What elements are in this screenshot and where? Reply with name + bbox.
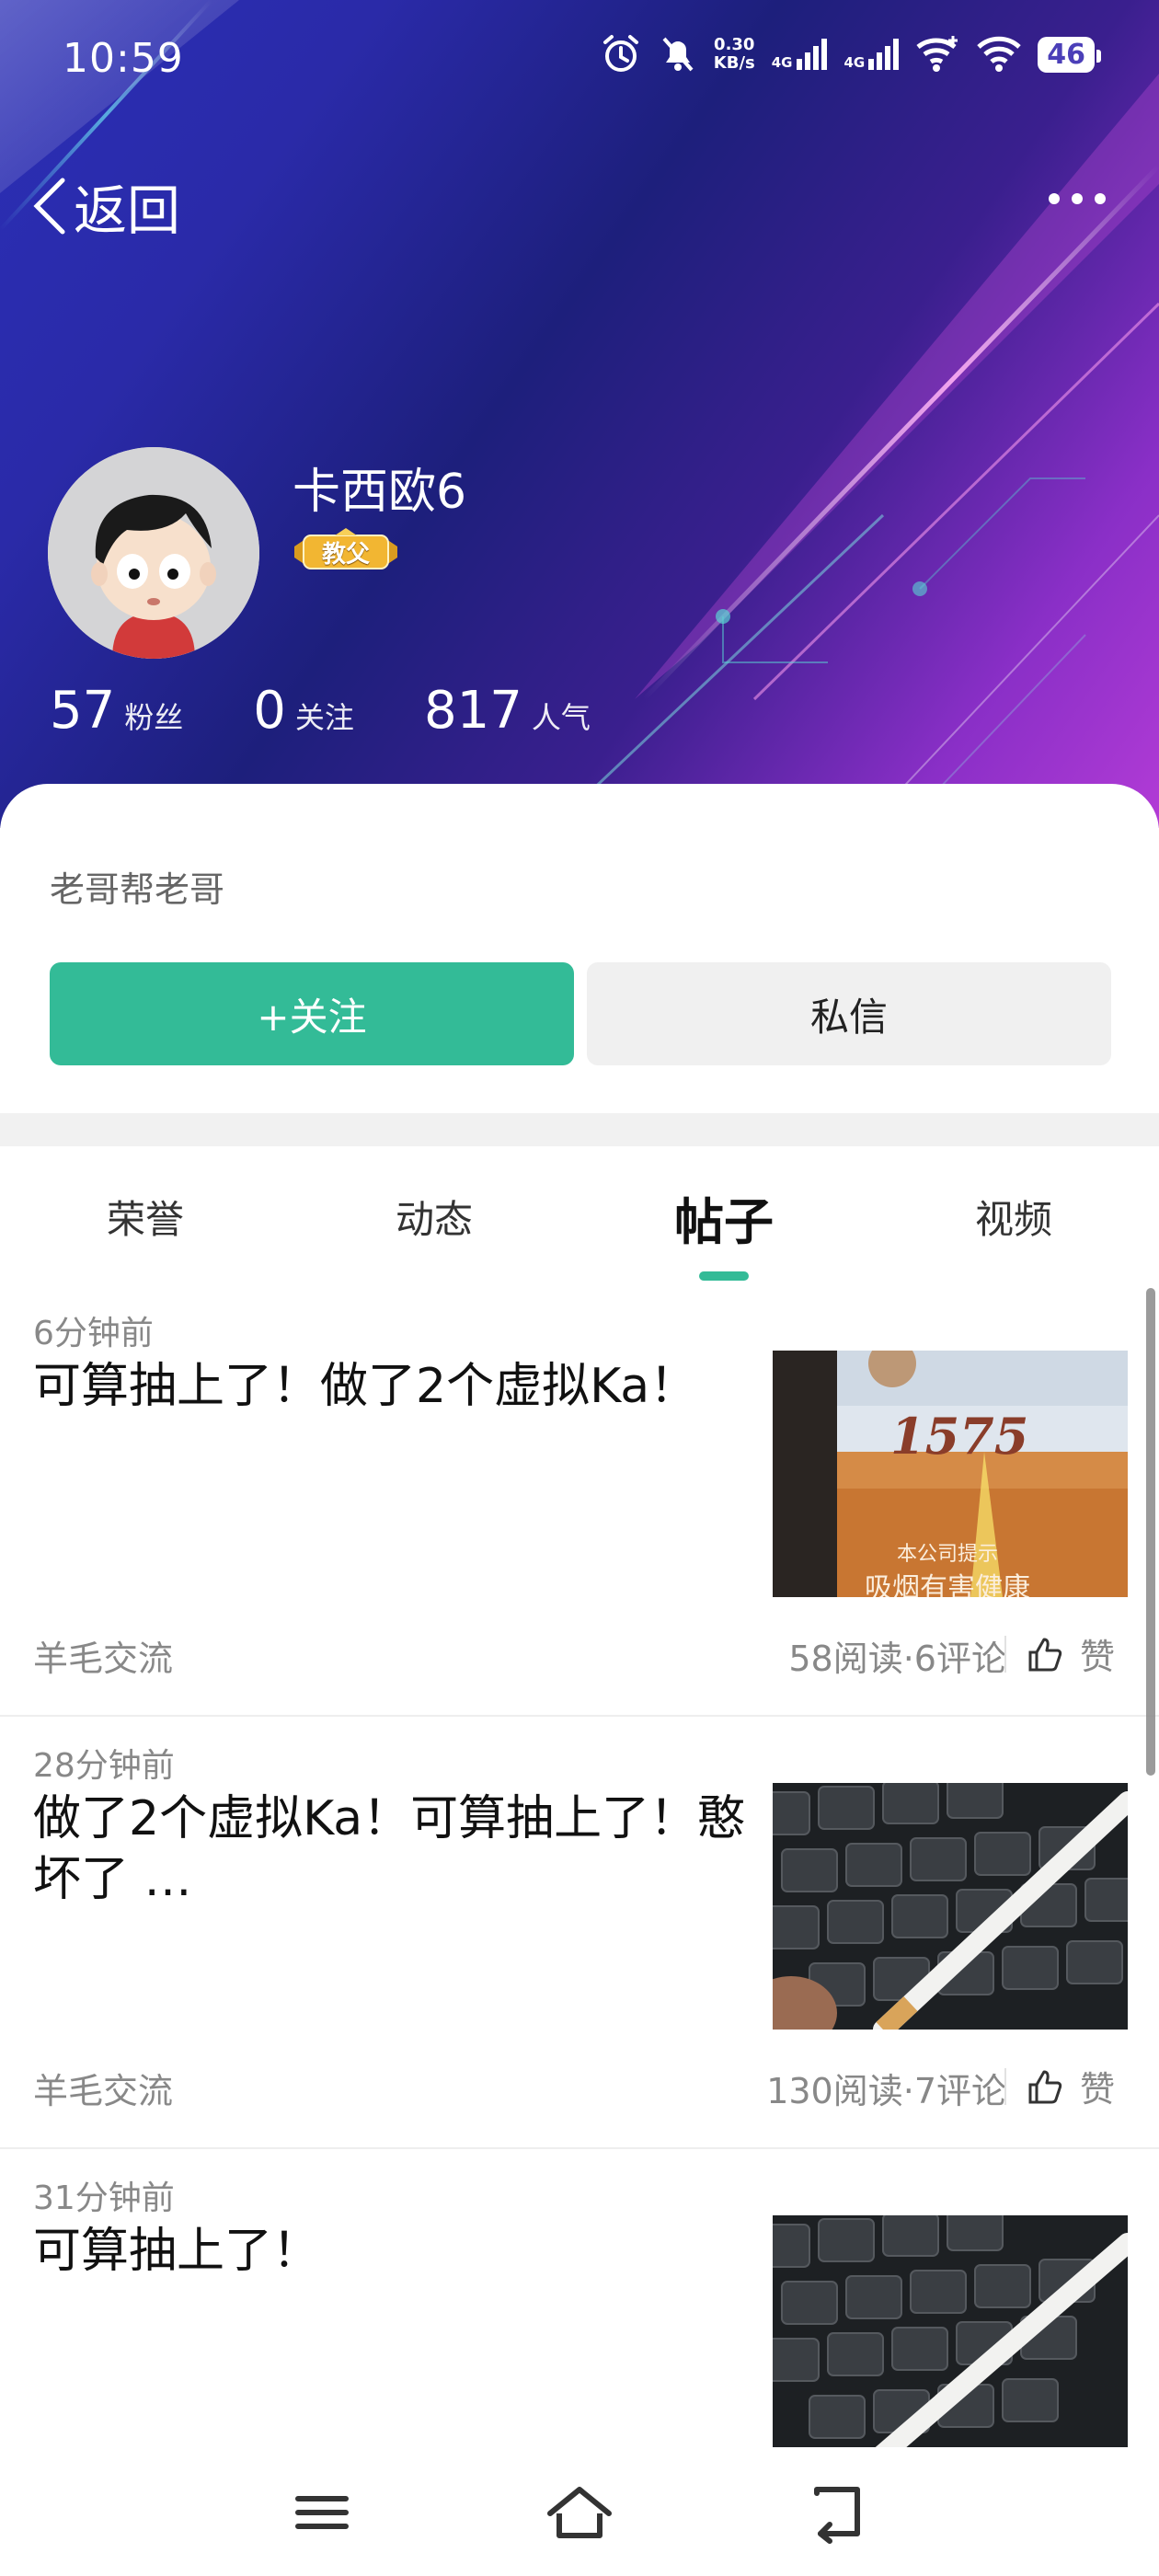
stat-value: 817: [423, 681, 522, 741]
signal-bars-icon: [796, 39, 827, 70]
stat-following[interactable]: 0 关注: [253, 681, 354, 741]
post-thumbnail[interactable]: 1575 本公司提示 吸烟有害健康: [773, 1351, 1128, 1597]
wifi-icon: [977, 36, 1021, 72]
like-button[interactable]: 赞: [1027, 1628, 1115, 1679]
thumbnail-keyboard-image: [773, 1783, 1128, 2030]
post-time: 31分钟前: [33, 2179, 175, 2217]
status-bar: 10:59 0.30 KB/s 4G 4G 46: [0, 0, 1159, 120]
stat-value: 0: [253, 681, 286, 741]
thumb-warning-text: 吸烟有害健康: [865, 1572, 1030, 1597]
profile-header: 10:59 0.30 KB/s 4G 4G 46 返回 卡西欧6 教父 57 粉…: [0, 0, 1159, 828]
profile-stats: 57 粉丝 0 关注 817 人气: [50, 681, 660, 741]
follow-button[interactable]: +关注: [50, 962, 574, 1065]
profile-tabs: 荣誉 动态 帖子 视频: [0, 1146, 1159, 1284]
post-time: 28分钟前: [33, 1747, 175, 1785]
badge-label: 教父: [321, 540, 370, 569]
profile-bio: 老哥帮老哥: [50, 869, 225, 910]
rank-badge: 教父: [293, 526, 399, 578]
like-label: 赞: [1080, 1637, 1116, 1677]
more-dots-icon[interactable]: [1045, 180, 1109, 217]
signal-2: 4G: [844, 39, 901, 70]
thumb-notice-text: 本公司提示: [897, 1543, 998, 1566]
signal-bars-icon: [868, 39, 900, 70]
signal-1-generation: 4G: [771, 54, 793, 71]
thumbnail-keyboard-image: [773, 2215, 1128, 2447]
post-title[interactable]: 做了2个虚拟Ka！可算抽上了！憨坏了 …: [33, 1788, 751, 1910]
post-thumbnail[interactable]: [773, 2215, 1128, 2447]
signal-2-generation: 4G: [843, 54, 866, 71]
avatar-image: [48, 447, 259, 659]
like-label: 赞: [1080, 2069, 1116, 2110]
status-time: 10:59: [63, 35, 184, 82]
thumb-brand-text: 1575: [890, 1407, 1028, 1466]
post-stats-separator: [1004, 1636, 1006, 1673]
mute-bell-icon: [662, 37, 694, 72]
alarm-icon: [602, 35, 638, 72]
post-item[interactable]: 6分钟前 可算抽上了！做了2个虚拟Ka！ 1575 本公司提示 吸烟有害健康 羊…: [0, 1284, 1159, 1717]
profile-card: 老哥帮老哥 +关注 私信: [0, 784, 1159, 1113]
signal-1: 4G: [772, 39, 828, 70]
tab-honor[interactable]: 荣誉: [107, 1189, 184, 1245]
back-label: 返回: [74, 179, 181, 242]
post-category[interactable]: 羊毛交流: [33, 1630, 173, 1681]
message-button[interactable]: 私信: [587, 962, 1111, 1065]
network-speed: 0.30 KB/s: [714, 36, 755, 73]
stat-label: 关注: [294, 700, 354, 735]
username: 卡西欧6: [293, 465, 467, 520]
network-speed-unit: KB/s: [713, 53, 755, 73]
post-title[interactable]: 可算抽上了！做了2个虚拟Ka！: [33, 1356, 751, 1417]
menu-icon[interactable]: [285, 2480, 359, 2545]
post-time: 6分钟前: [33, 1315, 154, 1352]
chevron-left-icon: [33, 178, 65, 235]
post-category[interactable]: 羊毛交流: [33, 2063, 173, 2113]
post-stats: 130阅读·7评论: [766, 2071, 1006, 2111]
like-button[interactable]: 赞: [1027, 2061, 1115, 2111]
home-icon[interactable]: [543, 2480, 616, 2545]
tab-posts[interactable]: 帖子: [674, 1181, 774, 1254]
stat-value: 57: [50, 681, 116, 741]
scrollbar[interactable]: [1146, 1288, 1155, 1776]
post-stats: 58阅读·6评论: [788, 1639, 1006, 1679]
tab-activity[interactable]: 动态: [396, 1189, 473, 1245]
post-feed: 6分钟前 可算抽上了！做了2个虚拟Ka！ 1575 本公司提示 吸烟有害健康 羊…: [0, 1284, 1159, 2447]
back-icon[interactable]: [800, 2480, 874, 2545]
thumbs-up-icon: [1028, 2070, 1062, 2103]
active-tab-indicator: [699, 1271, 749, 1281]
status-icons: 0.30 KB/s 4G 4G 46: [600, 33, 1101, 75]
thumbnail-cigarette-box-image: 1575 本公司提示 吸烟有害健康: [773, 1351, 1128, 1597]
post-thumbnail[interactable]: [773, 1783, 1128, 2030]
post-stats-separator: [1004, 2068, 1006, 2105]
back-button[interactable]: 返回: [31, 167, 180, 245]
avatar[interactable]: [48, 447, 259, 659]
system-navigation-bar: [0, 2447, 1159, 2576]
wifi-plus-icon: [916, 36, 958, 72]
battery-indicator: 46: [1038, 36, 1101, 73]
post-item[interactable]: 28分钟前 做了2个虚拟Ka！可算抽上了！憨坏了 … 羊毛交流 130阅读·7评…: [0, 1717, 1159, 2149]
post-title[interactable]: 可算抽上了！: [33, 2221, 751, 2282]
stat-popularity: 817 人气: [424, 681, 591, 741]
thumbs-up-icon: [1028, 1638, 1062, 1671]
stat-fans[interactable]: 57 粉丝: [50, 681, 183, 741]
section-divider: [0, 1113, 1159, 1146]
stat-label: 人气: [531, 700, 591, 735]
post-item[interactable]: 31分钟前 可算抽上了！: [0, 2149, 1159, 2447]
network-speed-value: 0.30: [714, 35, 755, 54]
tab-videos[interactable]: 视频: [975, 1189, 1052, 1245]
stat-label: 粉丝: [124, 700, 184, 735]
